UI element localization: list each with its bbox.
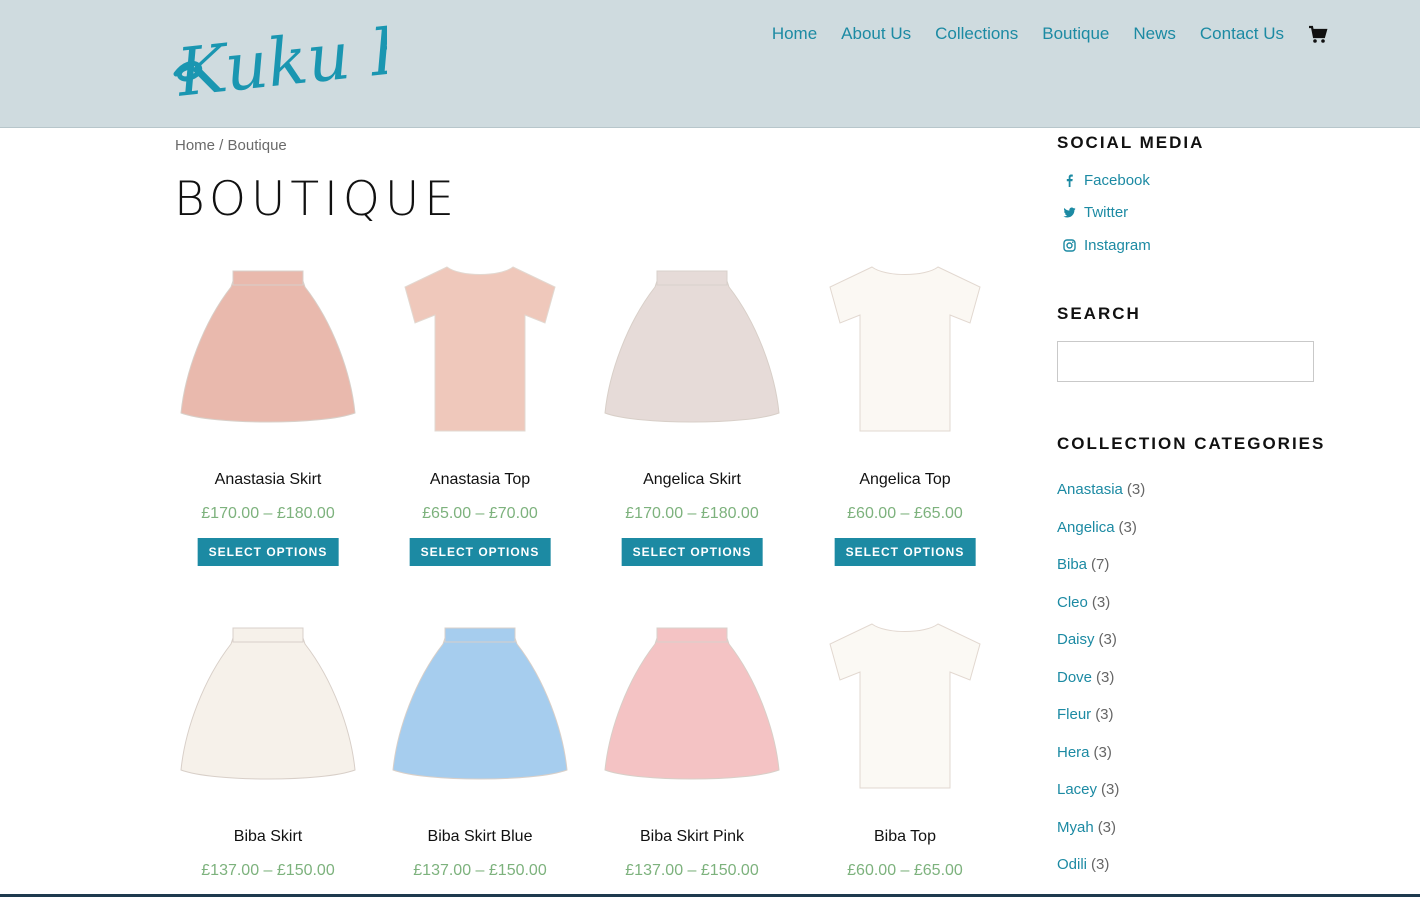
product-image[interactable] xyxy=(173,610,363,800)
category-link[interactable]: Lacey xyxy=(1057,781,1097,798)
product-price: £137.00 – £150.00 xyxy=(413,862,547,879)
category-link[interactable]: Angelica xyxy=(1057,519,1115,536)
product-image[interactable] xyxy=(385,610,575,800)
product-price: £65.00 – £70.00 xyxy=(422,505,538,522)
product-card[interactable]: Biba Skirt Pink £137.00 – £150.00 xyxy=(586,610,798,879)
category-count: (3) xyxy=(1095,706,1114,723)
product-card[interactable]: Angelica Top £60.00 – £65.00 SELECT OPTION… xyxy=(799,253,1011,566)
nav-news[interactable]: News xyxy=(1133,24,1176,44)
breadcrumb-current: Boutique xyxy=(227,137,287,154)
category-link[interactable]: Odili xyxy=(1057,856,1087,873)
category-count: (3) xyxy=(1091,856,1110,873)
instagram-link[interactable]: Instagram xyxy=(1063,237,1151,254)
product-card[interactable]: Anastasia Skirt £170.00 – £180.00 SELECT O… xyxy=(162,253,374,566)
category-count: (3) xyxy=(1093,743,1112,761)
product-image[interactable] xyxy=(810,610,1000,800)
facebook-link[interactable]: Facebook xyxy=(1063,172,1150,189)
category-link[interactable]: Fleur xyxy=(1057,706,1091,723)
category-link[interactable]: Dove xyxy=(1057,669,1092,686)
category-item: Odili (3) xyxy=(1057,856,1109,873)
category-count: (3) xyxy=(1098,631,1117,648)
category-item: Hera (3) xyxy=(1057,744,1112,761)
twitter-icon xyxy=(1063,207,1076,218)
product-card[interactable]: Anastasia Top £65.00 – £70.00 SELECT OPTIO… xyxy=(374,253,586,566)
product-price: £137.00 – £150.00 xyxy=(625,862,759,879)
page-title: BOUTIQUE xyxy=(174,172,460,227)
breadcrumb-home[interactable]: Home xyxy=(175,137,215,154)
product-image[interactable] xyxy=(810,253,1000,443)
select-options-button[interactable]: SELECT OPTIONS xyxy=(621,538,763,566)
product-image[interactable] xyxy=(597,253,787,443)
search-title: SEARCH xyxy=(1057,304,1141,323)
product-price: £137.00 – £150.00 xyxy=(201,862,335,879)
category-link[interactable]: Anastasia xyxy=(1057,481,1123,498)
select-options-button[interactable]: SELECT OPTIONS xyxy=(197,538,339,566)
category-item: Anastasia (3) xyxy=(1057,481,1145,498)
collection-categories-title: COLLECTION CATEGORIES xyxy=(1057,434,1326,453)
product-card[interactable]: Angelica Skirt £170.00 – £180.00 SELECT OP… xyxy=(586,253,798,566)
nav-home[interactable]: Home xyxy=(772,24,817,44)
category-count: (3) xyxy=(1091,593,1111,611)
product-name[interactable]: Biba Skirt Pink xyxy=(586,828,798,846)
twitter-label: Twitter xyxy=(1084,204,1129,221)
site-header: Kuku B Home About Us Collections Boutiqu… xyxy=(0,0,1420,128)
instagram-label: Instagram xyxy=(1084,237,1151,254)
select-options-button[interactable]: SELECT OPTIONS xyxy=(834,538,976,566)
logo-text: Kuku B xyxy=(173,12,387,107)
nav-contact-us[interactable]: Contact Us xyxy=(1200,24,1284,44)
search-input[interactable] xyxy=(1057,341,1314,382)
category-item: Daisy (3) xyxy=(1057,631,1117,648)
category-count: (3) xyxy=(1101,781,1120,798)
product-price: £60.00 – £65.00 xyxy=(847,505,963,522)
category-item: Biba (7) xyxy=(1057,556,1109,573)
product-name[interactable]: Biba Top xyxy=(799,828,1011,846)
product-name[interactable]: Anastasia Skirt xyxy=(162,471,374,489)
twitter-link[interactable]: Twitter xyxy=(1063,204,1128,221)
instagram-icon xyxy=(1063,239,1076,252)
product-image[interactable] xyxy=(173,253,363,443)
product-name[interactable]: Angelica Skirt xyxy=(586,471,798,489)
nav-boutique[interactable]: Boutique xyxy=(1042,24,1109,44)
product-card[interactable]: Biba Skirt Blue £137.00 – £150.00 xyxy=(374,610,586,879)
product-price: £170.00 – £180.00 xyxy=(625,505,759,522)
category-link[interactable]: Myah xyxy=(1057,819,1094,836)
select-options-button[interactable]: SELECT OPTIONS xyxy=(409,538,551,566)
social-media-title: SOCIAL MEDIA xyxy=(1057,133,1205,152)
kuku-b-logo[interactable]: Kuku B xyxy=(172,12,387,107)
product-name[interactable]: Anastasia Top xyxy=(374,471,586,489)
nav-about-us[interactable]: About Us xyxy=(841,24,911,44)
product-name[interactable]: Biba Skirt Blue xyxy=(374,828,586,846)
category-item: Cleo (3) xyxy=(1057,594,1110,611)
category-count: (3) xyxy=(1126,481,1146,498)
category-link[interactable]: Daisy xyxy=(1057,631,1095,648)
product-price: £60.00 – £65.00 xyxy=(847,862,963,879)
category-item: Angelica (3) xyxy=(1057,519,1137,536)
category-item: Myah (3) xyxy=(1057,819,1116,836)
product-price: £170.00 – £180.00 xyxy=(201,505,335,522)
main-nav: Home About Us Collections Boutique News … xyxy=(748,24,1328,44)
breadcrumb: Home / Boutique xyxy=(175,137,287,154)
category-item: Fleur (3) xyxy=(1057,706,1114,723)
facebook-icon xyxy=(1066,174,1073,187)
product-card[interactable]: Biba Top £60.00 – £65.00 xyxy=(799,610,1011,879)
category-count: (3) xyxy=(1097,818,1117,836)
category-count: (7) xyxy=(1091,556,1110,573)
category-link[interactable]: Biba xyxy=(1057,556,1087,573)
product-name[interactable]: Angelica Top xyxy=(799,471,1011,489)
cart-icon[interactable] xyxy=(1308,24,1328,44)
category-link[interactable]: Cleo xyxy=(1057,594,1088,611)
category-item: Dove (3) xyxy=(1057,669,1114,686)
nav-collections[interactable]: Collections xyxy=(935,24,1018,44)
product-image[interactable] xyxy=(597,610,787,800)
product-card[interactable]: Biba Skirt £137.00 – £150.00 xyxy=(162,610,374,879)
breadcrumb-separator: / xyxy=(215,137,228,154)
product-name[interactable]: Biba Skirt xyxy=(162,828,374,846)
category-count: (3) xyxy=(1096,668,1115,686)
facebook-label: Facebook xyxy=(1084,172,1150,189)
product-image[interactable] xyxy=(385,253,575,443)
category-count: (3) xyxy=(1118,518,1137,536)
category-item: Lacey (3) xyxy=(1057,781,1119,798)
category-link[interactable]: Hera xyxy=(1057,744,1090,761)
